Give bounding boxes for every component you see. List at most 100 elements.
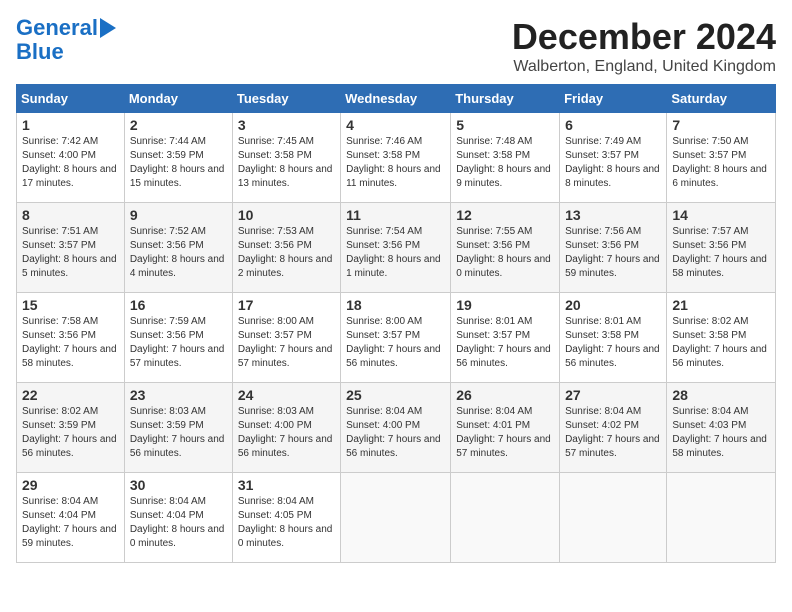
day-number: 30 [130,477,227,493]
day-header-monday: Monday [124,85,232,113]
cell-info: Sunrise: 7:42 AMSunset: 4:00 PMDaylight:… [22,135,119,191]
day-number: 11 [346,207,445,223]
day-number: 10 [238,207,335,223]
day-number: 7 [672,117,770,133]
cell-info: Sunrise: 7:59 AMSunset: 3:56 PMDaylight:… [130,315,227,371]
cell-info: Sunrise: 8:00 AMSunset: 3:57 PMDaylight:… [346,315,445,371]
week-row-4: 22Sunrise: 8:02 AMSunset: 3:59 PMDayligh… [17,383,776,473]
days-header-row: SundayMondayTuesdayWednesdayThursdayFrid… [17,85,776,113]
cell-info: Sunrise: 7:46 AMSunset: 3:58 PMDaylight:… [346,135,445,191]
cell-info: Sunrise: 7:54 AMSunset: 3:56 PMDaylight:… [346,225,445,281]
header: General Blue December 2024 Walberton, En… [16,16,776,76]
day-header-tuesday: Tuesday [232,85,340,113]
month-title: December 2024 [512,16,776,58]
day-number: 2 [130,117,227,133]
calendar-cell: 23Sunrise: 8:03 AMSunset: 3:59 PMDayligh… [124,383,232,473]
day-number: 17 [238,297,335,313]
calendar-cell: 14 Sunrise: 7:57 AMSunset: 3:56 PMDayligh… [667,203,776,293]
calendar-cell: 13Sunrise: 7:56 AMSunset: 3:56 PMDayligh… [560,203,667,293]
day-number: 1 [22,117,119,133]
cell-info: Sunrise: 7:58 AMSunset: 3:56 PMDaylight:… [22,315,119,371]
logo-subtext: Blue [16,40,64,64]
day-number: 21 [672,297,770,313]
calendar-cell: 17Sunrise: 8:00 AMSunset: 3:57 PMDayligh… [232,293,340,383]
calendar-cell: 29Sunrise: 8:04 AMSunset: 4:04 PMDayligh… [17,473,125,563]
calendar-cell [560,473,667,563]
calendar-cell: 26 Sunrise: 8:04 AMSunset: 4:01 PMDayligh… [451,383,560,473]
calendar-cell: 19 Sunrise: 8:01 AMSunset: 3:57 PMDayligh… [451,293,560,383]
day-number: 26 [456,387,554,403]
cell-info: Sunrise: 7:50 AMSunset: 3:57 PMDaylight:… [672,135,770,191]
cell-info: Sunrise: 8:01 AMSunset: 3:58 PMDaylight:… [565,315,661,371]
calendar-cell: 30 Sunrise: 8:04 AMSunset: 4:04 PMDayligh… [124,473,232,563]
calendar-cell: 25Sunrise: 8:04 AMSunset: 4:00 PMDayligh… [341,383,451,473]
day-number: 5 [456,117,554,133]
day-number: 16 [130,297,227,313]
day-number: 14 [672,207,770,223]
day-number: 9 [130,207,227,223]
title-area: December 2024 Walberton, England, United… [512,16,776,76]
calendar-cell [341,473,451,563]
day-number: 3 [238,117,335,133]
day-header-sunday: Sunday [17,85,125,113]
day-number: 20 [565,297,661,313]
week-row-3: 15 Sunrise: 7:58 AMSunset: 3:56 PMDayligh… [17,293,776,383]
cell-info: Sunrise: 7:55 AMSunset: 3:56 PMDaylight:… [456,225,554,281]
day-number: 18 [346,297,445,313]
calendar-table: SundayMondayTuesdayWednesdayThursdayFrid… [16,84,776,563]
cell-info: Sunrise: 7:53 AMSunset: 3:56 PMDaylight:… [238,225,335,281]
calendar-cell: 9 Sunrise: 7:52 AMSunset: 3:56 PMDaylight… [124,203,232,293]
cell-info: Sunrise: 7:57 AMSunset: 3:56 PMDaylight:… [672,225,770,281]
logo-arrow-icon [100,18,116,38]
day-number: 25 [346,387,445,403]
cell-info: Sunrise: 8:02 AMSunset: 3:58 PMDaylight:… [672,315,770,371]
calendar-cell: 4 Sunrise: 7:46 AMSunset: 3:58 PMDaylight… [341,113,451,203]
day-number: 28 [672,387,770,403]
calendar-cell: 10 Sunrise: 7:53 AMSunset: 3:56 PMDayligh… [232,203,340,293]
calendar-cell: 16 Sunrise: 7:59 AMSunset: 3:56 PMDayligh… [124,293,232,383]
cell-info: Sunrise: 8:03 AMSunset: 4:00 PMDaylight:… [238,405,335,461]
day-number: 13 [565,207,661,223]
cell-info: Sunrise: 7:48 AMSunset: 3:58 PMDaylight:… [456,135,554,191]
calendar-cell: 5 Sunrise: 7:48 AMSunset: 3:58 PMDaylight… [451,113,560,203]
calendar-cell: 3Sunrise: 7:45 AMSunset: 3:58 PMDaylight… [232,113,340,203]
calendar-cell [667,473,776,563]
calendar-cell: 20 Sunrise: 8:01 AMSunset: 3:58 PMDayligh… [560,293,667,383]
cell-info: Sunrise: 8:01 AMSunset: 3:57 PMDaylight:… [456,315,554,371]
calendar-cell: 24 Sunrise: 8:03 AMSunset: 4:00 PMDayligh… [232,383,340,473]
calendar-cell: 11 Sunrise: 7:54 AMSunset: 3:56 PMDayligh… [341,203,451,293]
cell-info: Sunrise: 7:51 AMSunset: 3:57 PMDaylight:… [22,225,119,281]
day-header-wednesday: Wednesday [341,85,451,113]
calendar-cell: 31Sunrise: 8:04 AMSunset: 4:05 PMDayligh… [232,473,340,563]
calendar-cell: 27 Sunrise: 8:04 AMSunset: 4:02 PMDayligh… [560,383,667,473]
day-number: 27 [565,387,661,403]
day-number: 12 [456,207,554,223]
day-number: 15 [22,297,119,313]
day-header-friday: Friday [560,85,667,113]
calendar-cell [451,473,560,563]
calendar-cell: 2 Sunrise: 7:44 AMSunset: 3:59 PMDaylight… [124,113,232,203]
calendar-cell: 28 Sunrise: 8:04 AMSunset: 4:03 PMDayligh… [667,383,776,473]
calendar-cell: 7 Sunrise: 7:50 AMSunset: 3:57 PMDaylight… [667,113,776,203]
day-number: 4 [346,117,445,133]
calendar-cell: 12 Sunrise: 7:55 AMSunset: 3:56 PMDayligh… [451,203,560,293]
cell-info: Sunrise: 8:04 AMSunset: 4:04 PMDaylight:… [130,495,227,551]
day-number: 19 [456,297,554,313]
cell-info: Sunrise: 7:44 AMSunset: 3:59 PMDaylight:… [130,135,227,191]
calendar-cell: 15 Sunrise: 7:58 AMSunset: 3:56 PMDayligh… [17,293,125,383]
cell-info: Sunrise: 8:04 AMSunset: 4:01 PMDaylight:… [456,405,554,461]
cell-info: Sunrise: 8:04 AMSunset: 4:02 PMDaylight:… [565,405,661,461]
cell-info: Sunrise: 7:52 AMSunset: 3:56 PMDaylight:… [130,225,227,281]
week-row-2: 8 Sunrise: 7:51 AMSunset: 3:57 PMDaylight… [17,203,776,293]
day-number: 8 [22,207,119,223]
calendar-cell: 18 Sunrise: 8:00 AMSunset: 3:57 PMDayligh… [341,293,451,383]
week-row-5: 29Sunrise: 8:04 AMSunset: 4:04 PMDayligh… [17,473,776,563]
cell-info: Sunrise: 8:04 AMSunset: 4:04 PMDaylight:… [22,495,119,551]
week-row-1: 1 Sunrise: 7:42 AMSunset: 4:00 PMDaylight… [17,113,776,203]
cell-info: Sunrise: 7:49 AMSunset: 3:57 PMDaylight:… [565,135,661,191]
cell-info: Sunrise: 8:04 AMSunset: 4:03 PMDaylight:… [672,405,770,461]
day-number: 24 [238,387,335,403]
calendar-cell: 1 Sunrise: 7:42 AMSunset: 4:00 PMDaylight… [17,113,125,203]
day-header-thursday: Thursday [451,85,560,113]
day-number: 23 [130,387,227,403]
